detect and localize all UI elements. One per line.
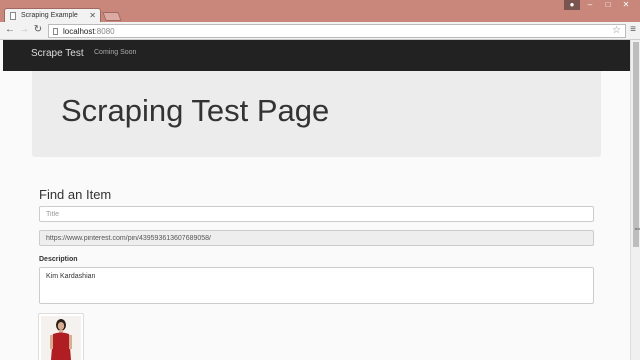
jumbotron: Scraping Test Page <box>32 71 601 157</box>
window-controls: ● – □ ✕ <box>564 0 634 10</box>
navbar-link-coming-soon[interactable]: Coming Soon <box>94 49 136 56</box>
tab-title: Scraping Example <box>21 12 78 19</box>
address-bar[interactable]: localhost:8080 ☆ <box>48 24 626 38</box>
site-navbar: Scrape Test Coming Soon <box>3 40 630 71</box>
star-icon[interactable]: ☆ <box>612 25 621 36</box>
page-icon <box>53 28 58 35</box>
mouse-cursor-icon: ⇔ <box>633 223 640 233</box>
url-port: :8080 <box>94 27 115 36</box>
item-image-thumbnail[interactable] <box>38 313 84 360</box>
navbar-brand[interactable]: Scrape Test <box>31 48 84 59</box>
page-viewport: Scrape Test Coming Soon Scraping Test Pa… <box>0 40 630 360</box>
browser-toolbar: ← → ↻ localhost:8080 ☆ ≡ <box>0 22 640 40</box>
section-title: Find an Item <box>39 187 112 202</box>
scrollbar-thumb[interactable] <box>633 42 639 247</box>
browser-tab[interactable]: Scraping Example ✕ <box>4 8 101 23</box>
title-input[interactable] <box>39 206 594 222</box>
description-label: Description <box>39 256 78 263</box>
maximize-icon[interactable]: □ <box>600 0 616 10</box>
document-icon <box>10 12 16 20</box>
reload-icon[interactable]: ↻ <box>32 24 44 35</box>
dress-photo <box>41 316 81 360</box>
url-input[interactable] <box>39 230 594 246</box>
page-title: Scraping Test Page <box>61 93 330 128</box>
url-host: localhost <box>63 27 95 36</box>
forward-arrow-icon[interactable]: → <box>18 24 30 35</box>
scrollbar[interactable] <box>630 40 640 360</box>
description-textarea[interactable]: Kim Kardashian <box>39 267 594 304</box>
menu-icon[interactable]: ≡ <box>630 24 636 35</box>
minimize-icon[interactable]: – <box>582 0 598 10</box>
user-icon[interactable]: ● <box>564 0 580 10</box>
window-close-icon[interactable]: ✕ <box>618 0 634 10</box>
close-icon[interactable]: ✕ <box>89 11 96 20</box>
new-tab-button[interactable] <box>102 12 122 21</box>
browser-titlebar: Scraping Example ✕ ● – □ ✕ <box>0 0 640 23</box>
back-arrow-icon[interactable]: ← <box>4 24 16 35</box>
description-text: Kim Kardashian <box>46 273 96 280</box>
